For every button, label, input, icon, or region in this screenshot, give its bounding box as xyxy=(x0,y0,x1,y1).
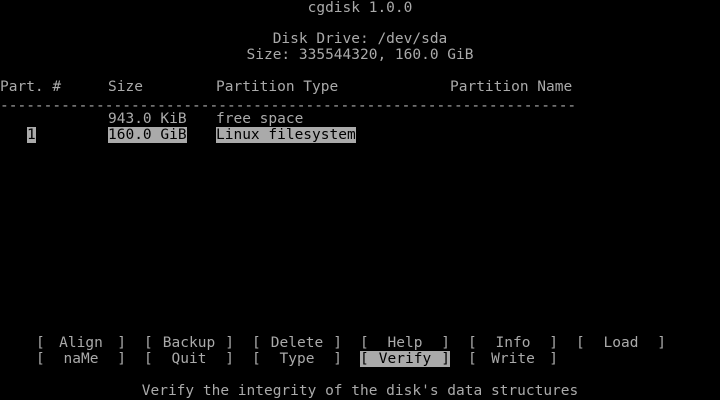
disk-size-label: Size: 335544320, 160.0 GiB xyxy=(246,47,474,63)
disk-drive-label: Disk Drive: /dev/sda xyxy=(272,31,448,47)
row-part-number: 1 xyxy=(27,127,36,143)
type-button[interactable]: [Type] xyxy=(252,351,342,367)
column-header-type: Partition Type xyxy=(216,79,339,95)
column-header-part: Part. # xyxy=(0,79,62,95)
quit-button[interactable]: [Quit] xyxy=(144,351,234,367)
row-size: 160.0 GiB xyxy=(108,127,187,143)
verify-button[interactable]: [Verify] xyxy=(360,351,450,367)
info-button[interactable]: [Info] xyxy=(468,335,558,351)
backup-button[interactable]: [Backup] xyxy=(144,335,234,351)
help-button[interactable]: [Help] xyxy=(360,335,450,351)
write-button[interactable]: [Write] xyxy=(468,351,558,367)
column-header-size: Size xyxy=(108,79,143,95)
row-size: 943.0 KiB xyxy=(108,111,187,127)
row-partition-type: Linux filesystem xyxy=(216,127,356,143)
row-partition-type: free space xyxy=(216,111,304,127)
command-description: Verify the integrity of the disk's data … xyxy=(141,383,579,399)
align-button[interactable]: [Align] xyxy=(36,335,126,351)
column-header-name: Partition Name xyxy=(450,79,573,95)
name-button[interactable]: [naMe] xyxy=(36,351,126,367)
app-title: cgdisk 1.0.0 xyxy=(307,0,413,16)
load-button[interactable]: [Load] xyxy=(576,335,666,351)
delete-button[interactable]: [Delete] xyxy=(252,335,342,351)
